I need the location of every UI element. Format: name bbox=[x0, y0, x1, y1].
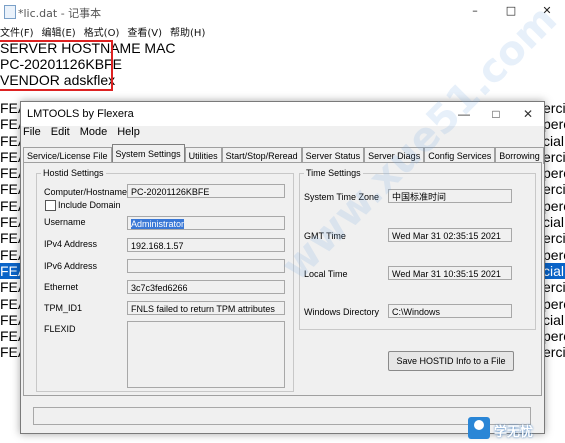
text-line: cial: bbox=[543, 214, 565, 231]
computer-hostname-field[interactable]: PC-20201126KBFE bbox=[127, 184, 285, 198]
text-line: FEA bbox=[0, 344, 20, 361]
menu-file[interactable]: File bbox=[23, 126, 41, 144]
lm-minimize-button[interactable]: — bbox=[448, 102, 480, 126]
ipv4-label: IPv4 Address bbox=[44, 239, 98, 249]
windows-directory-label: Windows Directory bbox=[304, 307, 380, 317]
lmtools-titlebar: LMTOOLS by Flexera — □ ✕ bbox=[21, 102, 544, 126]
text-line: FEA bbox=[0, 295, 20, 312]
logo-text: 学无忧 bbox=[494, 425, 534, 440]
computer-hostname-label: Computer/Hostname bbox=[44, 187, 128, 197]
text-line: ercia bbox=[543, 344, 565, 361]
text-line: cial: bbox=[543, 132, 565, 149]
menu-help[interactable]: Help bbox=[117, 126, 140, 144]
menu-mode[interactable]: Mode bbox=[80, 126, 108, 144]
gmt-time-field[interactable]: Wed Mar 31 02:35:15 2021 bbox=[388, 228, 512, 242]
text-line: FEA bbox=[0, 132, 20, 149]
flexid-field[interactable] bbox=[127, 321, 285, 388]
text-line: FEA bbox=[0, 100, 20, 116]
menu-file[interactable]: 文件(F) bbox=[0, 24, 34, 40]
status-bar bbox=[33, 407, 531, 425]
text-line: perc bbox=[543, 328, 565, 345]
system-time-zone-field[interactable]: 中国标准时间 bbox=[388, 189, 512, 203]
lmtools-menubar: File Edit Mode Help bbox=[21, 126, 140, 144]
menu-edit[interactable]: 编辑(E) bbox=[42, 24, 76, 40]
system-settings-panel: Hostid Settings Computer/Hostname PC-202… bbox=[23, 162, 542, 396]
text-line: FEA bbox=[0, 214, 20, 231]
text-line: perc bbox=[543, 116, 565, 133]
text-line: FEA bbox=[0, 116, 20, 133]
ipv4-field[interactable]: 192.168.1.57 bbox=[127, 238, 285, 252]
ethernet-field[interactable]: 3c7c3fed6266 bbox=[127, 280, 285, 294]
text-line: perc bbox=[543, 197, 565, 214]
ipv6-field[interactable] bbox=[127, 259, 285, 273]
lmtools-title: LMTOOLS by Flexera bbox=[27, 108, 134, 120]
text-line: ercia bbox=[543, 100, 565, 116]
notepad-title: *lic.dat - 记事本 bbox=[18, 7, 102, 20]
text-line: FEA bbox=[0, 262, 20, 280]
logo-mark-icon bbox=[468, 417, 490, 439]
hostid-settings-legend: Hostid Settings bbox=[43, 168, 104, 178]
save-hostid-button[interactable]: Save HOSTID Info to a File bbox=[388, 351, 514, 371]
local-time-label: Local Time bbox=[304, 269, 348, 279]
text-line: FEA bbox=[0, 328, 20, 345]
flexid-label: FLEXID bbox=[44, 324, 76, 334]
highlight-box bbox=[0, 40, 113, 91]
text-line: perc bbox=[543, 246, 565, 263]
tpm-id1-field[interactable]: FNLS failed to return TPM attributes bbox=[127, 301, 285, 315]
include-domain-checkbox[interactable] bbox=[45, 200, 56, 211]
ipv6-label: IPv6 Address bbox=[44, 261, 98, 271]
system-time-zone-label: System Time Zone bbox=[304, 192, 380, 202]
text-line: cial: bbox=[543, 262, 565, 280]
notepad-icon bbox=[4, 5, 16, 19]
username-field[interactable]: Administrator bbox=[127, 216, 285, 230]
maximize-button[interactable]: □ bbox=[493, 0, 529, 22]
text-line: ercia bbox=[543, 230, 565, 247]
notepad-left-column: FEAFEAFEAFEAFEAFEAFEAFEAFEAFEAFEAFEAFEAF… bbox=[0, 100, 20, 361]
notepad-titlebar: *lic.dat - 记事本 – □ ✕ bbox=[0, 0, 565, 22]
lm-close-button[interactable]: ✕ bbox=[512, 102, 544, 126]
text-line: ercia bbox=[543, 148, 565, 165]
lmtools-window: LMTOOLS by Flexera — □ ✕ File Edit Mode … bbox=[20, 101, 545, 434]
tab-system-settings[interactable]: System Settings bbox=[111, 144, 185, 164]
text-line: ercia bbox=[543, 181, 565, 198]
text-line: perc bbox=[543, 295, 565, 312]
ethernet-label: Ethernet bbox=[44, 282, 79, 292]
username-value: Administrator bbox=[131, 219, 185, 229]
menu-view[interactable]: 查看(V) bbox=[127, 24, 162, 40]
include-domain-label: Include Domain bbox=[58, 200, 121, 210]
text-line: FEA bbox=[0, 246, 20, 263]
text-line: FEA bbox=[0, 165, 20, 182]
menu-format[interactable]: 格式(O) bbox=[84, 24, 120, 40]
tab-strip: Service/License File System Settings Uti… bbox=[23, 144, 544, 164]
lm-maximize-button[interactable]: □ bbox=[480, 102, 512, 126]
text-line: FEA bbox=[0, 311, 20, 328]
close-button[interactable]: ✕ bbox=[529, 0, 565, 22]
minimize-button[interactable]: – bbox=[457, 0, 493, 22]
text-line: FEA bbox=[0, 148, 20, 165]
gmt-time-label: GMT Time bbox=[304, 231, 346, 241]
text-line: perc bbox=[543, 165, 565, 182]
notepad-right-column: erciaperccial:erciapercerciaperccial:erc… bbox=[543, 100, 565, 361]
windows-directory-field[interactable]: C:\Windows bbox=[388, 304, 512, 318]
text-line: ercia bbox=[543, 279, 565, 296]
text-line: FEA bbox=[0, 197, 20, 214]
menu-help[interactable]: 帮助(H) bbox=[170, 24, 205, 40]
username-label: Username bbox=[44, 217, 86, 227]
notepad-menubar: 文件(F) 编辑(E) 格式(O) 查看(V) 帮助(H) bbox=[0, 24, 205, 40]
text-line: FEA bbox=[0, 230, 20, 247]
text-line: FEA bbox=[0, 279, 20, 296]
time-settings-legend: Time Settings bbox=[306, 168, 361, 178]
text-line: cial: bbox=[543, 311, 565, 328]
text-line: FEA bbox=[0, 181, 20, 198]
tpm-id1-label: TPM_ID1 bbox=[44, 303, 83, 313]
site-logo: 学无忧 bbox=[468, 415, 565, 443]
menu-edit[interactable]: Edit bbox=[51, 126, 70, 144]
local-time-field[interactable]: Wed Mar 31 10:35:15 2021 bbox=[388, 266, 512, 280]
